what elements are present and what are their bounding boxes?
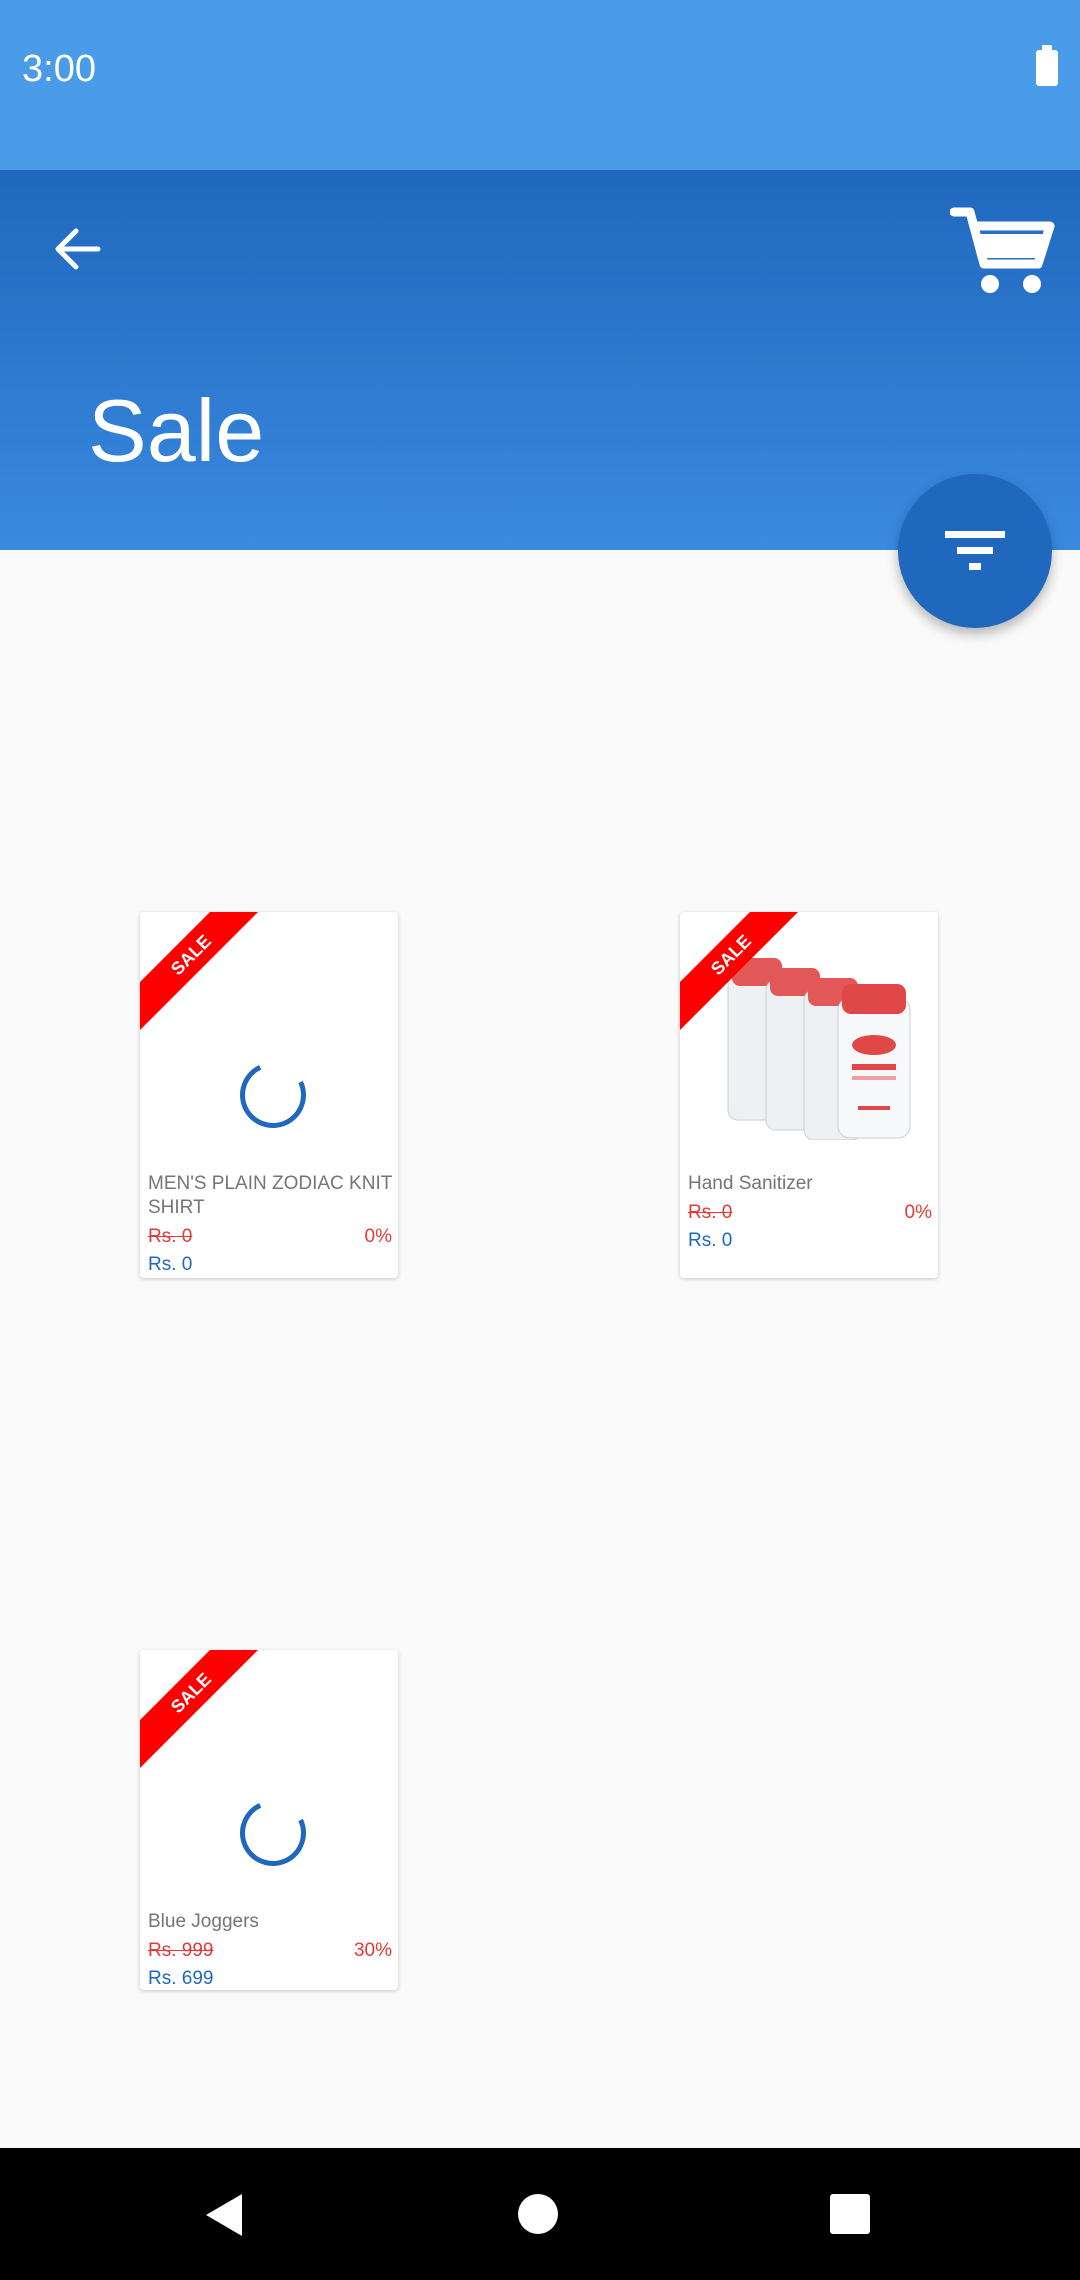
battery-icon (1036, 45, 1058, 86)
price-row: Rs. 0 0% (148, 1226, 392, 1248)
status-bar: 3:00 (0, 0, 1080, 170)
price-row: Rs. 999 30% (148, 1940, 392, 1962)
loading-spinner-icon (230, 1052, 316, 1138)
discount-percent: 0% (364, 1226, 392, 1247)
discount-percent: 0% (904, 1202, 932, 1223)
sale-price: Rs. 0 (148, 1254, 193, 1275)
price-row: Rs. 0 0% (688, 1202, 932, 1224)
arrow-back-icon (55, 228, 101, 270)
discount-percent: 30% (353, 1940, 392, 1961)
product-name: Hand Sanitizer (688, 1173, 813, 1194)
product-card[interactable]: SALE Blue Joggers Rs. 999 30% Rs. 699 (140, 1650, 398, 1990)
sale-badge: SALE (140, 1650, 271, 1773)
loading-spinner-icon (230, 1790, 316, 1876)
product-image (727, 958, 911, 1140)
app-bar (0, 170, 1080, 550)
status-time: 3:00 (22, 48, 96, 90)
product-name: MEN'S PLAIN ZODIAC KNIT SHIRT (148, 1173, 392, 1218)
filter-icon (945, 531, 1005, 570)
original-price: Rs. 0 (148, 1226, 193, 1247)
page-title: Sale (88, 381, 265, 480)
product-name: Blue Joggers (148, 1911, 259, 1932)
filter-button[interactable] (898, 474, 1052, 628)
nav-back-icon[interactable] (200, 2190, 250, 2240)
original-price: Rs. 999 (148, 1940, 214, 1961)
cart-button[interactable] (949, 204, 1058, 300)
product-card[interactable]: SALE Hand Sanitizer Rs. 0 0% Rs. 0 (680, 912, 938, 1278)
back-button[interactable] (40, 212, 114, 286)
sale-price: Rs. 0 (688, 1230, 733, 1251)
nav-recents-icon[interactable] (830, 2194, 870, 2234)
nav-home-icon[interactable] (518, 2194, 558, 2234)
sale-price: Rs. 699 (148, 1968, 214, 1989)
cart-icon (949, 207, 1055, 293)
sale-badge: SALE (140, 912, 271, 1035)
product-card[interactable]: SALE MEN'S PLAIN ZODIAC KNIT SHIRT Rs. 0… (140, 912, 398, 1278)
original-price: Rs. 0 (688, 1202, 733, 1223)
